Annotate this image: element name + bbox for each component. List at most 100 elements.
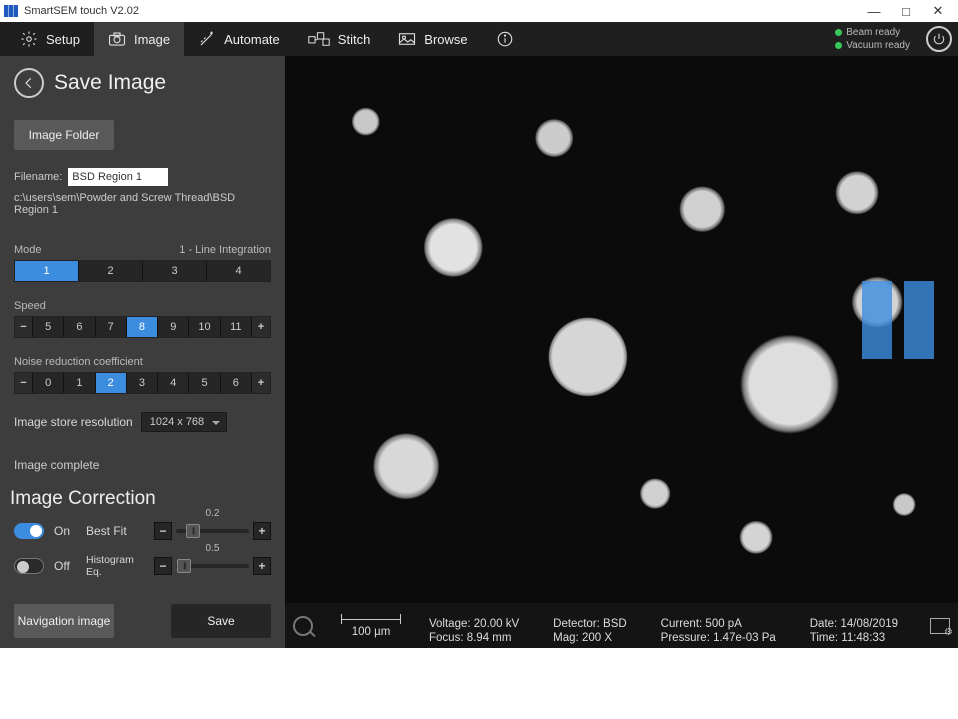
menu-image[interactable]: Image	[94, 22, 184, 56]
nrc-decrement[interactable]: −	[15, 373, 33, 393]
pause-overlay[interactable]	[862, 281, 934, 359]
mode-option[interactable]: 2	[79, 261, 143, 281]
image-viewport[interactable]: 100 µm Voltage: 20.00 kV Detector: BSD C…	[285, 56, 958, 648]
histeq-scale: 0.5	[206, 543, 220, 554]
speed-option[interactable]: 10	[189, 317, 220, 337]
maximize-button[interactable]: □	[890, 4, 922, 19]
speed-option[interactable]: 5	[33, 317, 64, 337]
histeq-label: Histogram Eq.	[86, 554, 144, 578]
wand-icon	[198, 30, 216, 48]
image-correction-title: Image Correction	[10, 488, 271, 510]
menu-setup-label: Setup	[46, 32, 80, 47]
nrc-selector[interactable]: − 0 1 2 3 4 5 6 +	[14, 372, 271, 394]
nrc-option[interactable]: 5	[189, 373, 220, 393]
save-status: Image complete	[14, 458, 271, 472]
metric-mag: Mag: 200 X	[553, 632, 641, 644]
bestfit-toggle[interactable]	[14, 523, 44, 539]
histeq-toggle[interactable]	[14, 558, 44, 574]
save-image-panel: Save Image Image Folder Filename: c:\use…	[0, 56, 285, 648]
nrc-option[interactable]: 6	[221, 373, 252, 393]
viewport-bottombar: 100 µm Voltage: 20.00 kV Detector: BSD C…	[285, 603, 958, 648]
nrc-option[interactable]: 3	[127, 373, 158, 393]
histeq-off-label: Off	[54, 559, 76, 573]
bestfit-scale: 0.2	[206, 508, 220, 519]
status-vacuum: Vacuum ready	[835, 40, 910, 51]
metric-focus: Focus: 8.94 mm	[429, 632, 533, 644]
nrc-option[interactable]: 1	[64, 373, 95, 393]
nrc-increment[interactable]: +	[252, 373, 270, 393]
speed-decrement[interactable]: −	[15, 317, 33, 337]
mode-selector[interactable]: 1 2 3 4	[14, 260, 271, 282]
bestfit-increment[interactable]: +	[253, 522, 271, 540]
histeq-slider[interactable]: 0.5 − ||| +	[154, 557, 271, 575]
speed-option[interactable]: 7	[96, 317, 127, 337]
bestfit-slider[interactable]: 0.2 − ||| +	[154, 522, 271, 540]
menu-browse[interactable]: Browse	[384, 22, 481, 56]
speed-option[interactable]: 9	[158, 317, 189, 337]
info-icon	[496, 30, 514, 48]
mode-label: Mode	[14, 244, 42, 256]
stitch-icon	[308, 31, 330, 47]
window-titlebar: SmartSEM touch V2.02 — □ ✕	[0, 0, 958, 22]
nrc-option[interactable]: 2	[96, 373, 127, 393]
resolution-label: Image store resolution	[14, 415, 133, 429]
metric-detector: Detector: BSD	[553, 618, 641, 630]
app-logo	[4, 5, 18, 17]
pause-bar-icon	[862, 281, 892, 359]
filename-input[interactable]	[68, 168, 168, 186]
slider-thumb-icon[interactable]: |||	[177, 559, 191, 573]
speed-option[interactable]: 11	[221, 317, 252, 337]
sem-image	[285, 56, 958, 603]
back-button[interactable]	[14, 68, 44, 98]
display-settings-button[interactable]	[930, 618, 950, 634]
search-icon[interactable]	[293, 616, 313, 636]
image-metrics: Voltage: 20.00 kV Detector: BSD Current:…	[429, 618, 912, 644]
metric-time: Time: 11:48:33	[810, 632, 912, 644]
menu-automate[interactable]: Automate	[184, 22, 294, 56]
scale-bar-icon	[341, 614, 401, 624]
navigation-image-button[interactable]: Navigation image	[14, 604, 114, 638]
minimize-button[interactable]: —	[858, 4, 890, 19]
metric-pressure: Pressure: 1.47e-03 Pa	[661, 632, 790, 644]
bestfit-label: Best Fit	[86, 524, 144, 538]
save-button[interactable]: Save	[171, 604, 271, 638]
bestfit-on-label: On	[54, 524, 76, 538]
histeq-increment[interactable]: +	[253, 557, 271, 575]
resolution-select[interactable]: 1024 x 768	[141, 412, 227, 432]
menu-stitch[interactable]: Stitch	[294, 22, 385, 56]
nrc-option[interactable]: 4	[158, 373, 189, 393]
menu-automate-label: Automate	[224, 32, 280, 47]
metric-date: Date: 14/08/2019	[810, 618, 912, 630]
resolution-value: 1024 x 768	[150, 416, 204, 428]
speed-option[interactable]: 8	[127, 317, 158, 337]
menu-setup[interactable]: Setup	[6, 22, 94, 56]
camera-icon	[108, 32, 126, 46]
mode-option[interactable]: 4	[207, 261, 270, 281]
image-icon	[398, 32, 416, 46]
nrc-label: Noise reduction coefficient	[14, 356, 143, 368]
speed-selector[interactable]: − 5 6 7 8 9 10 11 +	[14, 316, 271, 338]
image-folder-button[interactable]: Image Folder	[14, 120, 114, 150]
metric-voltage: Voltage: 20.00 kV	[429, 618, 533, 630]
slider-thumb-icon[interactable]: |||	[186, 524, 200, 538]
status-beam-label: Beam ready	[846, 27, 900, 38]
file-path: c:\users\sem\Powder and Screw Thread\BSD…	[14, 192, 271, 216]
status-beam: Beam ready	[835, 27, 900, 38]
close-button[interactable]: ✕	[922, 3, 954, 19]
menu-browse-label: Browse	[424, 32, 467, 47]
speed-option[interactable]: 6	[64, 317, 95, 337]
menu-stitch-label: Stitch	[338, 32, 371, 47]
mode-option[interactable]: 1	[15, 261, 79, 281]
mode-option[interactable]: 3	[143, 261, 207, 281]
speed-increment[interactable]: +	[252, 317, 270, 337]
scale-label: 100 µm	[352, 626, 391, 638]
power-button[interactable]	[926, 26, 952, 52]
histeq-decrement[interactable]: −	[154, 557, 172, 575]
nrc-option[interactable]: 0	[33, 373, 64, 393]
status-vacuum-label: Vacuum ready	[846, 40, 910, 51]
menu-info[interactable]	[482, 22, 528, 56]
speed-label: Speed	[14, 300, 46, 312]
status-dot-icon	[835, 29, 842, 36]
bestfit-decrement[interactable]: −	[154, 522, 172, 540]
metric-current: Current: 500 pA	[661, 618, 790, 630]
